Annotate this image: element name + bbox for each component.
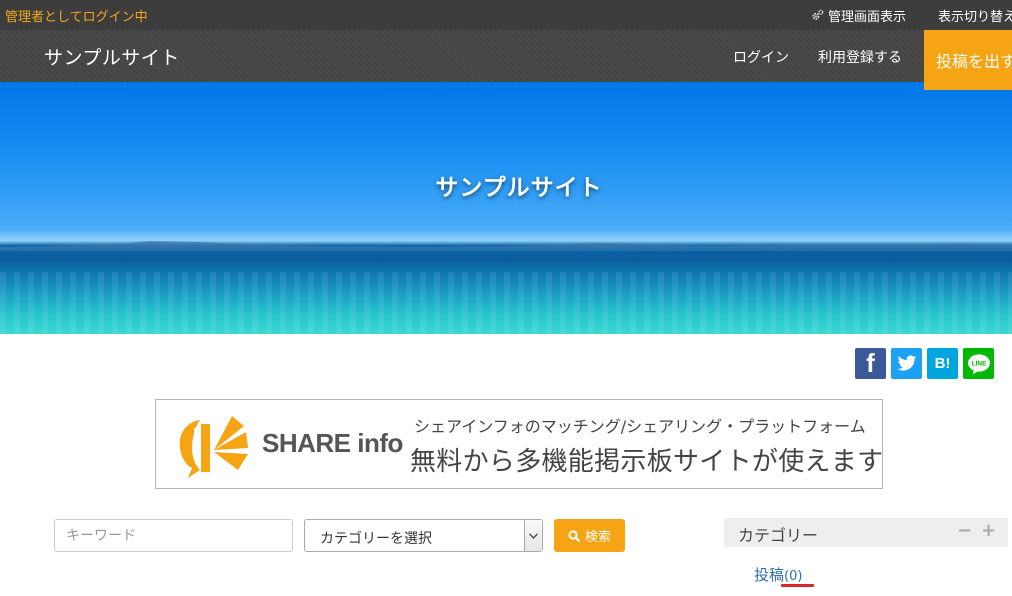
facebook-share-button[interactable]: f — [855, 348, 886, 379]
hero-water-texture — [0, 272, 1012, 334]
register-link[interactable]: 利用登録する — [818, 47, 902, 67]
admin-view-label: 管理画面表示 — [827, 9, 906, 25]
line-icon: LINE — [967, 353, 990, 374]
category-widget-title: カテゴリー — [738, 526, 819, 545]
post-button[interactable]: 投稿を出す — [924, 30, 1012, 90]
banner-tagline: シェアインフォのマッチング/シェアリング・プラットフォーム — [414, 417, 866, 436]
banner-brand: SHARE info — [262, 428, 403, 458]
chevron-down-icon — [524, 520, 542, 551]
collapse-icon[interactable]: − — [957, 520, 972, 541]
admin-view-link[interactable]: 管理画面表示 — [811, 6, 906, 25]
category-item-count: (0) — [784, 569, 803, 584]
red-underline-annotation — [781, 584, 814, 587]
keyword-search-input[interactable] — [54, 519, 293, 552]
hatena-icon: B! — [934, 355, 951, 372]
line-share-button[interactable]: LINE — [963, 348, 994, 379]
hatena-bookmark-button[interactable]: B! — [927, 348, 958, 379]
display-switch-link[interactable]: 表示切り替え — [938, 6, 1012, 25]
login-link[interactable]: ログイン — [733, 47, 789, 67]
expand-icon[interactable]: + — [981, 520, 996, 541]
share-info-logo-icon — [179, 416, 248, 478]
site-title[interactable]: サンプルサイト — [44, 43, 180, 70]
share-buttons: f B! LINE — [855, 348, 999, 379]
hero-islands-graphic — [0, 241, 1012, 251]
hero-title: サンプルサイト — [435, 175, 603, 201]
header-nav: ログイン 利用登録する — [733, 47, 931, 67]
category-select-value: カテゴリーを選択 — [320, 531, 432, 547]
facebook-icon: f — [866, 348, 875, 378]
share-info-ad-banner[interactable]: SHARE info シェアインフォのマッチング/シェアリング・プラットフォーム… — [155, 399, 883, 489]
category-item-label: 投稿 — [754, 566, 785, 584]
search-button[interactable]: 検索 — [554, 519, 625, 552]
search-icon — [568, 529, 580, 542]
line-icon-text: LINE — [971, 360, 986, 367]
admin-status-label: 管理者としてログイン中 — [5, 9, 148, 25]
category-select[interactable]: カテゴリーを選択 — [304, 519, 543, 552]
twitter-icon — [897, 355, 916, 371]
banner-headline: 無料から多機能掲示板サイトが使えます — [410, 447, 884, 477]
category-item-post[interactable]: 投稿(0) — [754, 564, 802, 585]
site-header: サンプルサイト ログイン 利用登録する — [0, 30, 1012, 82]
search-button-label: 検索 — [584, 530, 611, 545]
gears-icon — [812, 9, 824, 20]
admin-bar: 管理者としてログイン中 管理画面表示 表示切り替え — [0, 0, 1012, 30]
admin-bar-links: 管理画面表示 表示切り替え — [811, 0, 1012, 30]
category-widget-header: カテゴリー − + — [724, 518, 1008, 547]
hero-banner: サンプルサイト — [0, 82, 1012, 334]
twitter-share-button[interactable] — [891, 348, 922, 379]
